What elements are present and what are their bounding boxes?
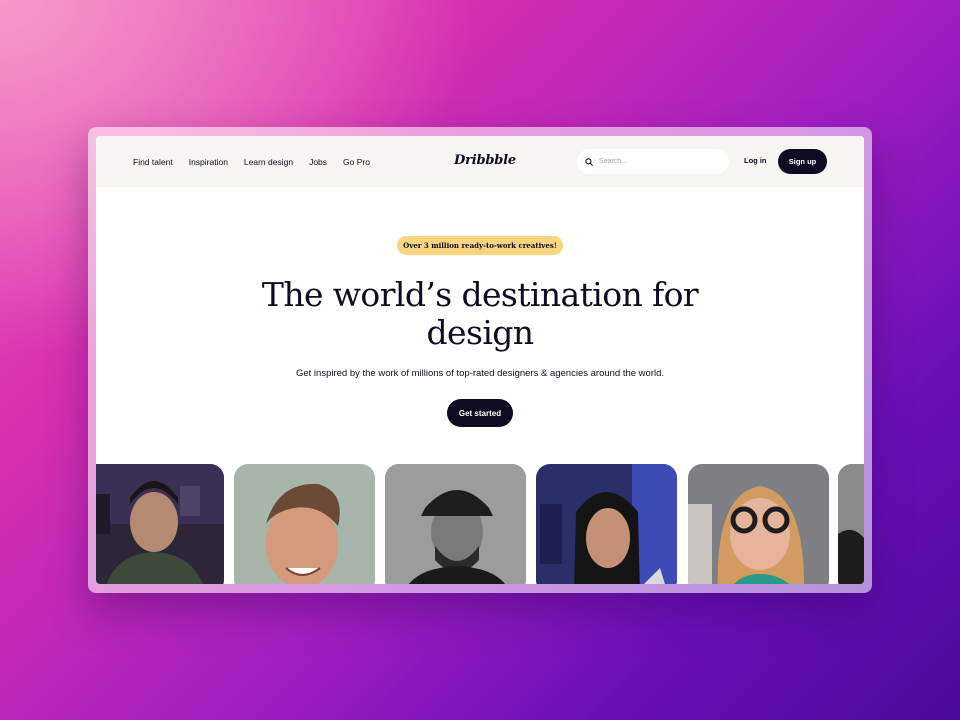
headline-line-2: design (426, 313, 535, 352)
designer-video-card-3[interactable] (385, 464, 526, 584)
designer-video-card-2[interactable] (234, 464, 375, 584)
search-box[interactable] (577, 149, 729, 174)
top-navigation: Find talent Inspiration Learn design Job… (96, 136, 864, 187)
get-started-button[interactable]: Get started (447, 399, 513, 427)
designer-portrait-image (234, 464, 375, 584)
nav-link-find-talent[interactable]: Find talent (133, 157, 173, 167)
browser-window: Find talent Inspiration Learn design Job… (96, 136, 864, 584)
designer-video-card-4[interactable] (536, 464, 677, 584)
designer-portrait-image (96, 464, 224, 584)
designer-video-card-1[interactable] (96, 464, 224, 584)
designer-portrait-image (838, 464, 864, 584)
nav-links: Find talent Inspiration Learn design Job… (133, 136, 386, 187)
dribbble-logo[interactable]: Dribbble (454, 153, 516, 168)
search-input[interactable] (597, 157, 721, 166)
nav-link-go-pro[interactable]: Go Pro (343, 157, 370, 167)
designer-video-card-5[interactable] (688, 464, 829, 584)
hero-subtitle: Get inspired by the work of millions of … (295, 368, 665, 379)
nav-link-learn-design[interactable]: Learn design (244, 157, 293, 167)
login-link[interactable]: Log in (744, 156, 767, 165)
designer-video-card-6[interactable] (838, 464, 864, 584)
designer-portrait-image (385, 464, 526, 584)
nav-link-inspiration[interactable]: Inspiration (189, 157, 228, 167)
headline-line-1: The world’s destination for (261, 275, 699, 314)
creatives-badge: Over 3 million ready-to-work creatives! (397, 236, 563, 255)
designer-portrait-image (688, 464, 829, 584)
signup-button[interactable]: Sign up (778, 149, 827, 174)
search-icon (585, 157, 593, 166)
designer-portrait-image (536, 464, 677, 584)
nav-link-jobs[interactable]: Jobs (309, 157, 327, 167)
hero-headline: The world’s destination for design (230, 276, 730, 352)
